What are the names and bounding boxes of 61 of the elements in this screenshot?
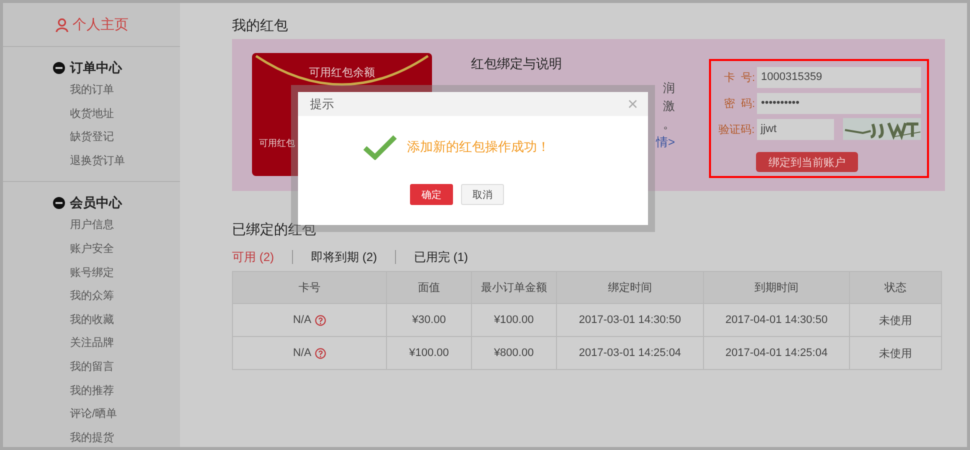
home-link[interactable]: 个人主页	[3, 3, 180, 47]
person-icon	[54, 18, 68, 32]
password-field[interactable]: ••••••••••	[757, 92, 921, 114]
sidebar-item[interactable]: 用户信息	[3, 214, 180, 238]
tab[interactable]: 可用 (2)	[232, 250, 292, 264]
sidebar-item[interactable]: 账号绑定	[3, 262, 180, 286]
sidebar-item[interactable]: 我的订单	[3, 79, 180, 103]
column-header: 卡号	[232, 272, 387, 304]
sidebar-item[interactable]: 关注品牌	[3, 332, 180, 356]
sidebar-item[interactable]: 评论/晒单	[3, 403, 180, 427]
table-cell: 2017-03-01 14:30:50	[556, 304, 704, 336]
dialog-title: 提示	[310, 96, 334, 112]
table-cell: 2017-03-01 14:25:04	[556, 336, 704, 370]
column-header: 面值	[386, 272, 472, 304]
info-text: 激	[663, 98, 675, 115]
column-header: 到期时间	[703, 272, 850, 304]
section-title: 我的红包	[232, 17, 289, 35]
confirm-button[interactable]: 确定	[410, 184, 453, 205]
group-title: 订单中心	[70, 59, 122, 77]
bind-button[interactable]: 绑定到当前账户	[756, 152, 858, 172]
sidebar-item[interactable]: 我的提货	[3, 426, 180, 450]
column-header: 最小订单金额	[471, 272, 556, 304]
table-cell: 未使用	[850, 304, 942, 336]
table-cell: N/A	[292, 347, 312, 359]
group-title: 会员中心	[70, 194, 122, 212]
envelope-label: 可用红包余额	[308, 66, 376, 80]
field-label: 卡 号:	[722, 70, 755, 84]
table-cell: ¥30.00	[386, 304, 472, 336]
info-text: 。	[663, 116, 675, 133]
sidebar-item[interactable]: 退换货订单	[3, 150, 180, 174]
help-icon	[315, 348, 326, 358]
table-cell: 2017-04-01 14:25:04	[703, 336, 850, 370]
info-text: 润	[663, 80, 675, 97]
success-message: 添加新的红包操作成功！	[407, 138, 550, 156]
field-label: 验证码:	[718, 122, 755, 136]
table-cell: 2017-04-01 14:30:50	[703, 304, 850, 336]
table-cell: ¥800.00	[471, 336, 556, 370]
sidebar-item[interactable]: 账户安全	[3, 238, 180, 262]
cancel-button[interactable]: 取消	[461, 184, 504, 205]
info-title: 红包绑定与说明	[471, 55, 562, 73]
sidebar-item[interactable]: 收货地址	[3, 102, 180, 126]
sidebar-item[interactable]: 缺货登记	[3, 126, 180, 150]
tab[interactable]: 即将到期 (2)	[292, 250, 395, 264]
sidebar-item[interactable]: 我的推荐	[3, 380, 180, 404]
field-label: 密 码:	[722, 96, 755, 110]
table-cell: ¥100.00	[471, 304, 556, 336]
column-header: 状态	[850, 272, 942, 304]
details-link[interactable]: 情>	[656, 133, 675, 151]
sidebar-item[interactable]: 我的收藏	[3, 308, 180, 332]
table-cell: 未使用	[850, 336, 942, 370]
card-number-field[interactable]: 1000315359	[757, 66, 921, 88]
tab[interactable]: 已用完 (1)	[395, 250, 486, 264]
table-cell: N/A	[292, 314, 312, 326]
envelope-label: 可用红包	[259, 137, 295, 150]
sidebar-item[interactable]: 我的留言	[3, 356, 180, 380]
check-icon	[363, 134, 397, 160]
column-header: 绑定时间	[556, 272, 704, 304]
captcha-field[interactable]: jjwt	[756, 118, 834, 140]
sidebar-item[interactable]: 我的众筹	[3, 285, 180, 309]
table-cell: ¥100.00	[386, 336, 472, 370]
help-icon	[315, 314, 326, 326]
